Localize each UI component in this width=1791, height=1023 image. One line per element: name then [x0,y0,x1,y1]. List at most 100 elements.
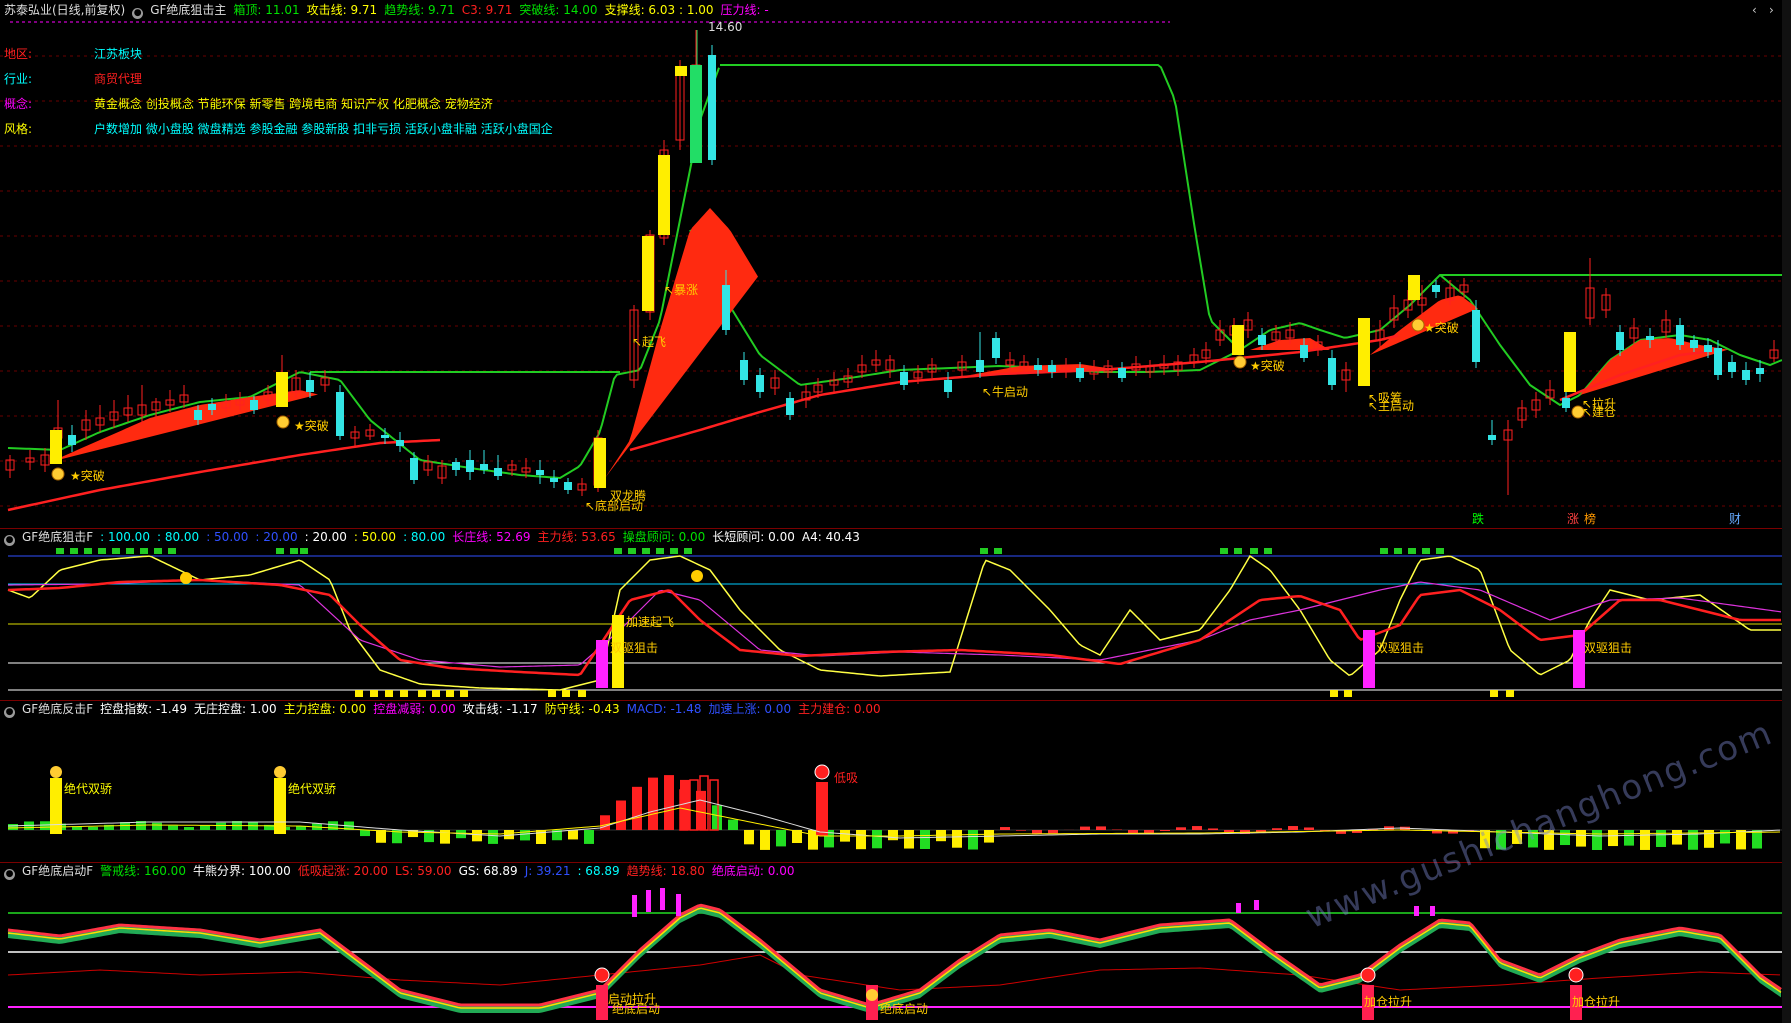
candle [992,338,1000,358]
candle [194,410,202,420]
sub2-indicator-name[interactable]: GF绝底反击F [22,702,93,716]
sub3-value-0: 警戒线: 160.00 [100,864,186,878]
indicator-toggle-icon[interactable]: ● [4,535,15,546]
macd-bar [664,775,674,830]
macd-bar [488,830,498,844]
candle [756,375,764,392]
candle [550,478,558,482]
macd-bar [1080,826,1090,830]
signal-label: 双驱狙击 [1584,641,1633,655]
macd-bar [360,830,370,837]
macd-bar [904,830,914,849]
macd-bar [1016,830,1026,831]
plus-circle-icon [1360,967,1376,983]
event-tag[interactable]: 跌 [1472,513,1484,526]
sub-panel-1-header: ● GF绝底狙击F: 100.00: 80.00: 50.00: 20.00: 2… [4,529,874,546]
vertical-scrollbar[interactable] [1782,0,1791,1023]
sub3-value-5: J: 39.21 [524,864,571,878]
top-marker [1220,548,1228,554]
top-marker [1380,548,1388,554]
macd-bar [776,830,786,847]
signal-label: ★突破 [294,419,329,433]
candle [1432,285,1440,292]
candle [708,55,716,160]
bottom-marker [578,690,586,697]
event-tag[interactable]: 财 [1729,513,1741,526]
money-bag-icon [51,467,65,481]
top-marker [140,548,148,554]
top-marker [1436,548,1444,554]
sub2-value-7: 加速上涨: 0.00 [708,702,792,716]
sub1-value-10: 长短顾问: 0.00 [712,530,795,544]
signal-label: ★突破 [1250,359,1285,373]
money-bag-icon [50,766,62,778]
candle [1690,340,1698,348]
macd-bar [648,777,658,830]
sub1-value-0: : 100.00 [100,530,150,544]
candle [1048,365,1056,372]
macd-bar [376,830,386,843]
candle [786,398,794,415]
sub2-value-3: 控盘减弱: 0.00 [373,702,456,716]
fast-line [7,554,1781,691]
bottom-marker [1344,690,1352,697]
indicator-toggle-icon[interactable]: ● [4,869,15,880]
sub1-indicator-name[interactable]: GF绝底狙击F [22,530,93,544]
top-marker [168,548,176,554]
sub3-value-8: 绝底启动: 0.00 [711,864,795,878]
signal-bar [1430,906,1435,916]
sub1-indicator-values: : 100.00: 80.00: 50.00: 20.00: 20.00: 50… [100,530,867,544]
sub3-value-7: 趋势线: 18.80 [626,864,705,878]
top-marker [154,548,162,554]
signal-label: 绝代双骄 [288,782,337,796]
candle [466,460,474,472]
signal-label: 绝底启动 [880,1002,929,1016]
main-force-line [7,578,1781,677]
macd-bar [1592,830,1602,850]
candle [1328,358,1336,385]
top-marker [290,548,298,554]
macd-bar [968,830,978,850]
candle [306,380,314,392]
macd-bar [632,786,642,830]
signal-bar [596,640,608,688]
macd-bar [152,822,162,830]
candle [1676,325,1684,345]
signal-label: ★突破 [1424,321,1459,335]
top-marker [126,548,134,554]
sub1-value-11: A4: 40.43 [801,530,860,544]
sub1-value-6: : 80.00 [403,530,446,544]
sub3-value-6: : 68.89 [577,864,620,878]
candle [1300,345,1308,358]
event-tag[interactable]: 涨 [1567,513,1579,526]
event-tag[interactable]: 榜 [1584,513,1596,526]
sub1-value-7: 长庄线: 52.69 [452,530,531,544]
top-marker [70,548,78,554]
candle [1118,368,1126,378]
candle [1616,332,1624,350]
top-marker [1394,548,1402,554]
bottom-marker [446,690,454,697]
bottom-marker [400,690,408,697]
signal-bar [1254,900,1259,910]
candle [1728,362,1736,372]
candle [1258,335,1266,345]
signal-label: 绝底启动 [612,1002,661,1016]
signal-bar [1414,906,1419,916]
candle [564,482,572,490]
sub3-indicator-name[interactable]: GF绝底启动F [22,864,93,878]
macd-bar [216,822,226,830]
signal-label: 双驱狙击 [610,641,659,655]
macd-bar [1608,830,1618,847]
top-marker [276,548,284,554]
macd-bar [952,830,962,848]
macd-bar [1272,828,1282,830]
signal-label: 低吸 [834,771,859,785]
signal-bar [1408,275,1420,300]
sub1-value-9: 操盘顾问: 0.00 [622,530,706,544]
macd-bar [744,830,754,845]
candle [900,372,908,385]
top-marker [628,548,636,554]
sub3-indicator-values: 警戒线: 160.00 牛熊分界: 100.00 低吸起涨: 20.00 LS: 59… [100,864,801,878]
indicator-toggle-icon[interactable]: ● [4,707,15,718]
